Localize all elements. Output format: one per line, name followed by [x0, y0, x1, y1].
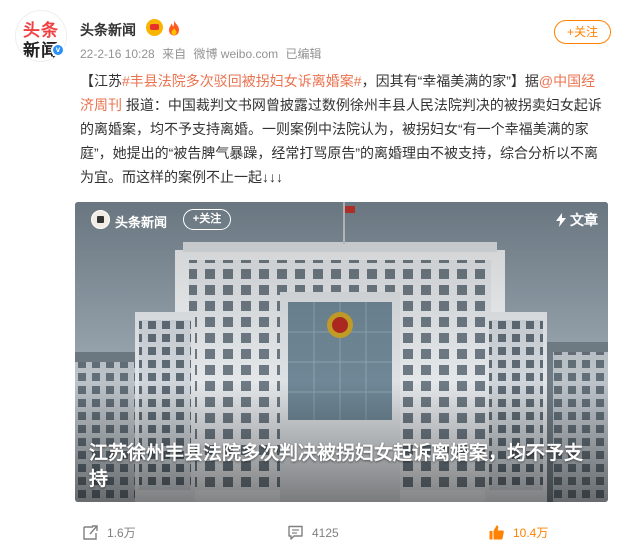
author-name[interactable]: 头条新闻 [80, 20, 136, 40]
post-meta: 22-2-16 10:28 来自 微博 weibo.com 已编辑 [80, 45, 326, 62]
edited-label: 已编辑 [285, 47, 322, 61]
post-source[interactable]: 微博 weibo.com [193, 47, 278, 61]
topic-link[interactable]: #丰县法院多次驳回被拐妇女诉离婚案# [122, 73, 362, 89]
comment-count: 4125 [312, 526, 339, 540]
repost-icon [83, 525, 98, 540]
follow-button[interactable]: +关注 [554, 20, 611, 44]
article-card[interactable]: 头条新闻 +关注 文章 江苏徐州丰县法院多次判决被拐妇女起诉离婚案，均不予支持 [75, 202, 608, 502]
fire-badge-icon[interactable] [166, 19, 182, 36]
post-text: 【江苏#丰县法院多次驳回被拐妇女诉离婚案#，因其有“幸福美满的家”】据@中国经济… [80, 69, 608, 189]
article-link[interactable]: 文章 [554, 210, 598, 230]
lightning-icon [556, 213, 566, 227]
card-author-name[interactable]: 头条新闻 [115, 212, 167, 231]
post-header: 头条 新闻 v 头条新闻 22-2-16 10:28 来自 微博 weibo.c… [0, 0, 623, 72]
repost-count: 1.6万 [107, 526, 136, 540]
post-time[interactable]: 22-2-16 10:28 [80, 47, 155, 61]
like-button[interactable]: 10.4万 [488, 524, 548, 541]
article-label: 文章 [570, 212, 598, 228]
thumbs-up-icon [489, 525, 504, 540]
repost-button[interactable]: 1.6万 [82, 524, 136, 541]
comment-button[interactable]: 4125 [287, 524, 339, 541]
verified-icon: v [51, 43, 65, 57]
card-follow-button[interactable]: +关注 [183, 209, 231, 230]
text-bracket-rest: ，因其有“幸福美满的家”】据 [361, 73, 539, 89]
comment-icon [288, 525, 303, 540]
action-bar: 1.6万 4125 10.4万 [0, 516, 623, 552]
text-body: 报道：中国裁判文书网曾披露过数例徐州丰县人民法院判决的被拐卖妇女起诉的离婚案，均… [80, 97, 602, 185]
card-header: 头条新闻 +关注 文章 [75, 202, 608, 238]
card-title[interactable]: 江苏徐州丰县法院多次判决被拐妇女起诉离婚案，均不予支持 [89, 440, 599, 492]
like-count: 10.4万 [513, 526, 549, 540]
card-avatar[interactable] [91, 210, 110, 229]
text-bracket-open: 【江苏 [80, 73, 122, 89]
member-badge-icon[interactable] [146, 19, 163, 36]
source-prefix: 来自 [162, 47, 187, 61]
